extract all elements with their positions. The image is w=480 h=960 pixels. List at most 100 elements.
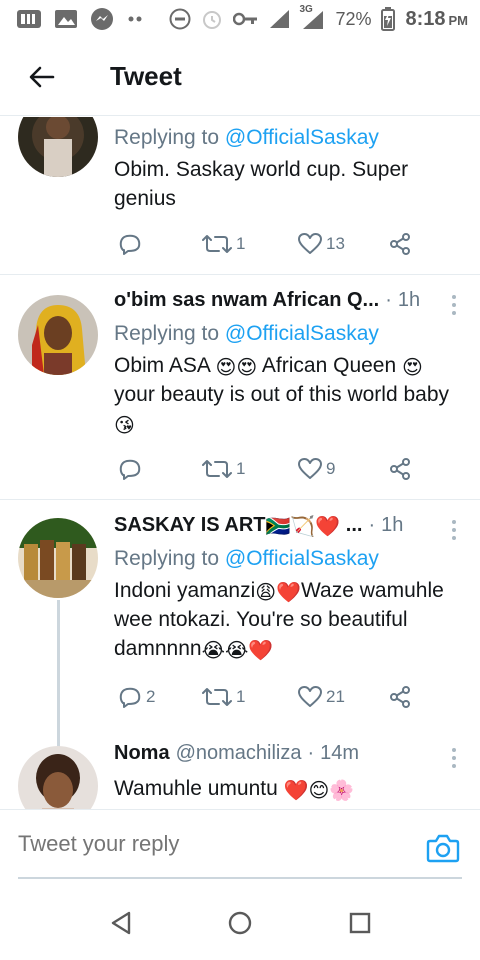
tweet-actions: 2 1 21	[114, 683, 414, 711]
status-bar: 3G 72% 8:18 PM	[0, 0, 480, 38]
back-nav-icon	[111, 911, 131, 935]
replying-to: Replying to @OfficialSaskay	[114, 126, 379, 149]
tweet-body: o'bim sas nwam African Q... · 1h Replyin…	[114, 289, 464, 438]
separator-dot: ·	[385, 289, 392, 311]
retweet-action[interactable]: 1	[202, 458, 245, 480]
retweet-icon	[202, 235, 232, 253]
mention-link[interactable]: @OfficialSaskay	[225, 547, 379, 570]
reply-icon	[119, 234, 141, 255]
share-icon	[390, 686, 410, 708]
retweet-icon	[202, 460, 232, 478]
share-action[interactable]	[388, 457, 412, 481]
page-title: Tweet	[110, 61, 182, 91]
battery-charging-icon	[381, 7, 396, 31]
reply-underline	[18, 877, 462, 879]
like-icon	[298, 233, 322, 254]
avatar[interactable]	[18, 746, 98, 809]
key-icon	[233, 11, 259, 27]
tweet-time: 1h	[397, 289, 421, 311]
nav-back-button[interactable]	[108, 910, 134, 936]
like-action[interactable]: 13	[298, 233, 345, 255]
share-icon	[390, 233, 410, 255]
more-notifications-icon	[128, 16, 142, 22]
tweet-time: 1h	[381, 514, 404, 536]
clock: 8:18 PM	[405, 7, 468, 30]
separator-dot: ·	[307, 742, 315, 764]
like-count: 13	[326, 234, 345, 253]
tweet-text: Obim. Saskay world cup. Super genius	[114, 158, 409, 210]
camera-icon	[426, 834, 460, 863]
app-notification-icon	[16, 8, 42, 30]
like-action[interactable]: 9	[298, 458, 335, 480]
app-header: Tweet	[0, 38, 480, 116]
network-3g-signal-icon: 3G	[299, 4, 325, 30]
retweet-action[interactable]: 1	[202, 233, 245, 255]
display-name[interactable]: SASKAY IS ART🇿🇦🏹❤️ ...	[114, 514, 362, 537]
nav-home-button[interactable]	[227, 910, 253, 936]
avatar[interactable]	[18, 117, 98, 177]
retweet-action[interactable]: 1	[202, 686, 245, 708]
share-icon	[390, 458, 410, 480]
more-button[interactable]	[444, 748, 464, 768]
more-button[interactable]	[444, 295, 464, 315]
system-nav-bar	[0, 880, 480, 960]
retweet-icon	[202, 688, 232, 706]
mention-link[interactable]: @OfficialSaskay	[225, 126, 379, 149]
reply-count: 2	[146, 687, 156, 706]
tweet-body: Noma @nomachiliza · 14m Wamuhle umuntu ❤…	[114, 742, 464, 803]
tweet-body: SASKAY IS ART🇿🇦🏹❤️ ... · 1h Replying to …	[114, 514, 464, 663]
tweet-item[interactable]: o'bim sas nwam African Q... · 1h Replyin…	[0, 275, 480, 499]
reply-icon	[119, 459, 141, 480]
reply-icon	[119, 687, 141, 708]
recents-nav-icon	[349, 912, 371, 934]
do-not-disturb-icon	[169, 8, 191, 30]
display-name[interactable]: o'bim sas nwam African Q...	[114, 289, 379, 312]
reply-action[interactable]	[118, 457, 146, 481]
gallery-icon	[54, 8, 78, 30]
tweet-text: Obim ASA 😍😍 African Queen 😍 your beauty …	[114, 354, 450, 437]
replying-to: Replying to @OfficialSaskay	[114, 322, 379, 345]
nav-recents-button[interactable]	[347, 910, 373, 936]
retweet-count: 1	[236, 687, 246, 706]
like-count: 21	[326, 687, 345, 706]
back-arrow-icon	[29, 66, 55, 87]
signal-icon	[269, 9, 291, 29]
tweet-item[interactable]: Noma @nomachiliza · 14m Wamuhle umuntu ❤…	[0, 730, 480, 809]
messenger-icon	[90, 7, 116, 31]
share-action[interactable]	[388, 232, 412, 256]
reply-input[interactable]	[18, 824, 418, 864]
like-icon	[298, 686, 322, 707]
more-button[interactable]	[444, 520, 464, 540]
user-handle: @nomachiliza	[175, 742, 302, 764]
tweet-body: Replying to @OfficialSaskay Obim. Saskay…	[114, 123, 464, 213]
tweet-header: SASKAY IS ART🇿🇦🏹❤️ ... · 1h	[114, 514, 464, 544]
reply-composer	[0, 809, 480, 879]
home-nav-icon	[228, 911, 252, 935]
reply-action[interactable]: 2	[118, 685, 155, 709]
mention-link[interactable]: @OfficialSaskay	[225, 322, 379, 345]
like-action[interactable]: 21	[298, 686, 345, 708]
share-action[interactable]	[388, 685, 412, 709]
tweet-header: Noma @nomachiliza · 14m	[114, 742, 464, 772]
back-button[interactable]	[18, 53, 66, 101]
tweet-item[interactable]: Replying to @OfficialSaskay Obim. Saskay…	[0, 117, 480, 274]
tweet-time: 14m	[320, 742, 360, 764]
replying-to: Replying to @OfficialSaskay	[114, 547, 379, 570]
tweet-actions: 1 13	[114, 230, 414, 258]
display-name[interactable]: Noma	[114, 742, 170, 765]
reply-action[interactable]	[118, 232, 146, 256]
tweet-header: o'bim sas nwam African Q... · 1h	[114, 289, 464, 319]
retweet-count: 1	[236, 459, 246, 478]
reply-feed[interactable]: Replying to @OfficialSaskay Obim. Saskay…	[0, 117, 480, 809]
avatar[interactable]	[18, 518, 98, 598]
like-count: 9	[326, 459, 336, 478]
camera-button[interactable]	[426, 832, 460, 864]
alarm-icon	[201, 8, 223, 30]
battery-percentage: 72%	[335, 8, 372, 29]
tweet-actions: 1 9	[114, 455, 414, 483]
like-icon	[298, 458, 322, 479]
thread-connector	[57, 600, 60, 750]
avatar[interactable]	[18, 295, 98, 375]
tweet-text: Indoni yamanzi😩❤️Waze wamuhle wee ntokaz…	[114, 579, 444, 662]
network-type-label: 3G	[299, 4, 313, 15]
